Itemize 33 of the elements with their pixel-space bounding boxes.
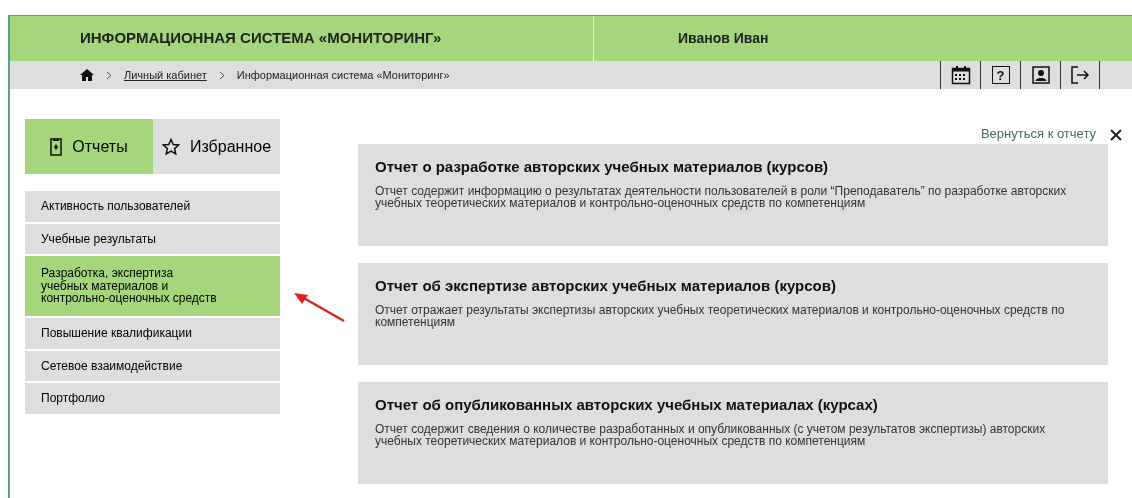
menu-item[interactable]: Повышение квалификации (25, 317, 280, 349)
report-title: Отчет об экспертизе авторских учебных материалов (курсов) (375, 276, 837, 296)
star-icon (161, 137, 180, 156)
user-name: Иванов Иван (677, 29, 769, 48)
logout-button[interactable] (1070, 66, 1090, 84)
document-icon (50, 137, 63, 156)
report-description: Отчет содержит информацию о результатах деятельности пользователей в роли “Преподаватель” по разработке авторских учебных теоретических материалов и контрольно-оценочных средств по компетенциям (375, 184, 1068, 210)
menu-item[interactable]: Учебные результаты (25, 223, 280, 255)
report-card[interactable] (358, 382, 1108, 484)
chevron-icon (218, 70, 225, 80)
report-card[interactable]: Отчет об экспертизе авторских учебных материалов (курсов) Отчет отражает результаты экспертизы авторских учебных теоретических материалов и контрольно-оценочных средств по компетенциям (358, 263, 1108, 365)
menu-item[interactable]: Активность пользователей (25, 191, 280, 222)
tab[interactable]: Избранное (153, 119, 280, 174)
report-title: Отчет о разработке авторских учебных материалов (курсов) (375, 157, 830, 177)
report-title: Отчет об опубликованных авторских учебных материалах (курсах) (375, 395, 879, 415)
report-card[interactable] (358, 144, 1108, 246)
menu-item[interactable]: Сетевое взаимодействие (25, 350, 280, 382)
back-link[interactable]: Вернуться к отчету (980, 124, 1096, 144)
menu-item[interactable]: Портфолио (25, 383, 280, 414)
chevron-icon (106, 70, 112, 80)
report-description: Отчет содержит сведения о количестве разработанных и опубликованных (с учетом результатов экспертизы) авторских учебных теоретических материалов и контрольно-оценочных средств по компетенциям (375, 422, 1047, 448)
user-button[interactable] (1031, 66, 1050, 84)
report-description: Отчет отражает результаты экспертизы авторских учебных теоретических материалов и контрольно-оценочных средств по компетенциям (375, 303, 1066, 329)
breadcrumb-link[interactable]: Личный кабинет (124, 66, 207, 84)
home-icon[interactable] (80, 69, 94, 81)
logout-icon (1070, 66, 1090, 84)
calendar-button[interactable] (950, 65, 971, 85)
calendar-icon (950, 65, 971, 85)
help-button[interactable]: ? (991, 66, 1010, 84)
user-icon (1031, 66, 1050, 84)
tab[interactable]: Отчеты (25, 119, 153, 174)
menu-item[interactable]: Разработка, экспертиза учебных материалов и контрольно-оценочных средств (25, 256, 280, 316)
breadcrumb-current: Информационная система «Мониторинг» (236, 67, 450, 83)
